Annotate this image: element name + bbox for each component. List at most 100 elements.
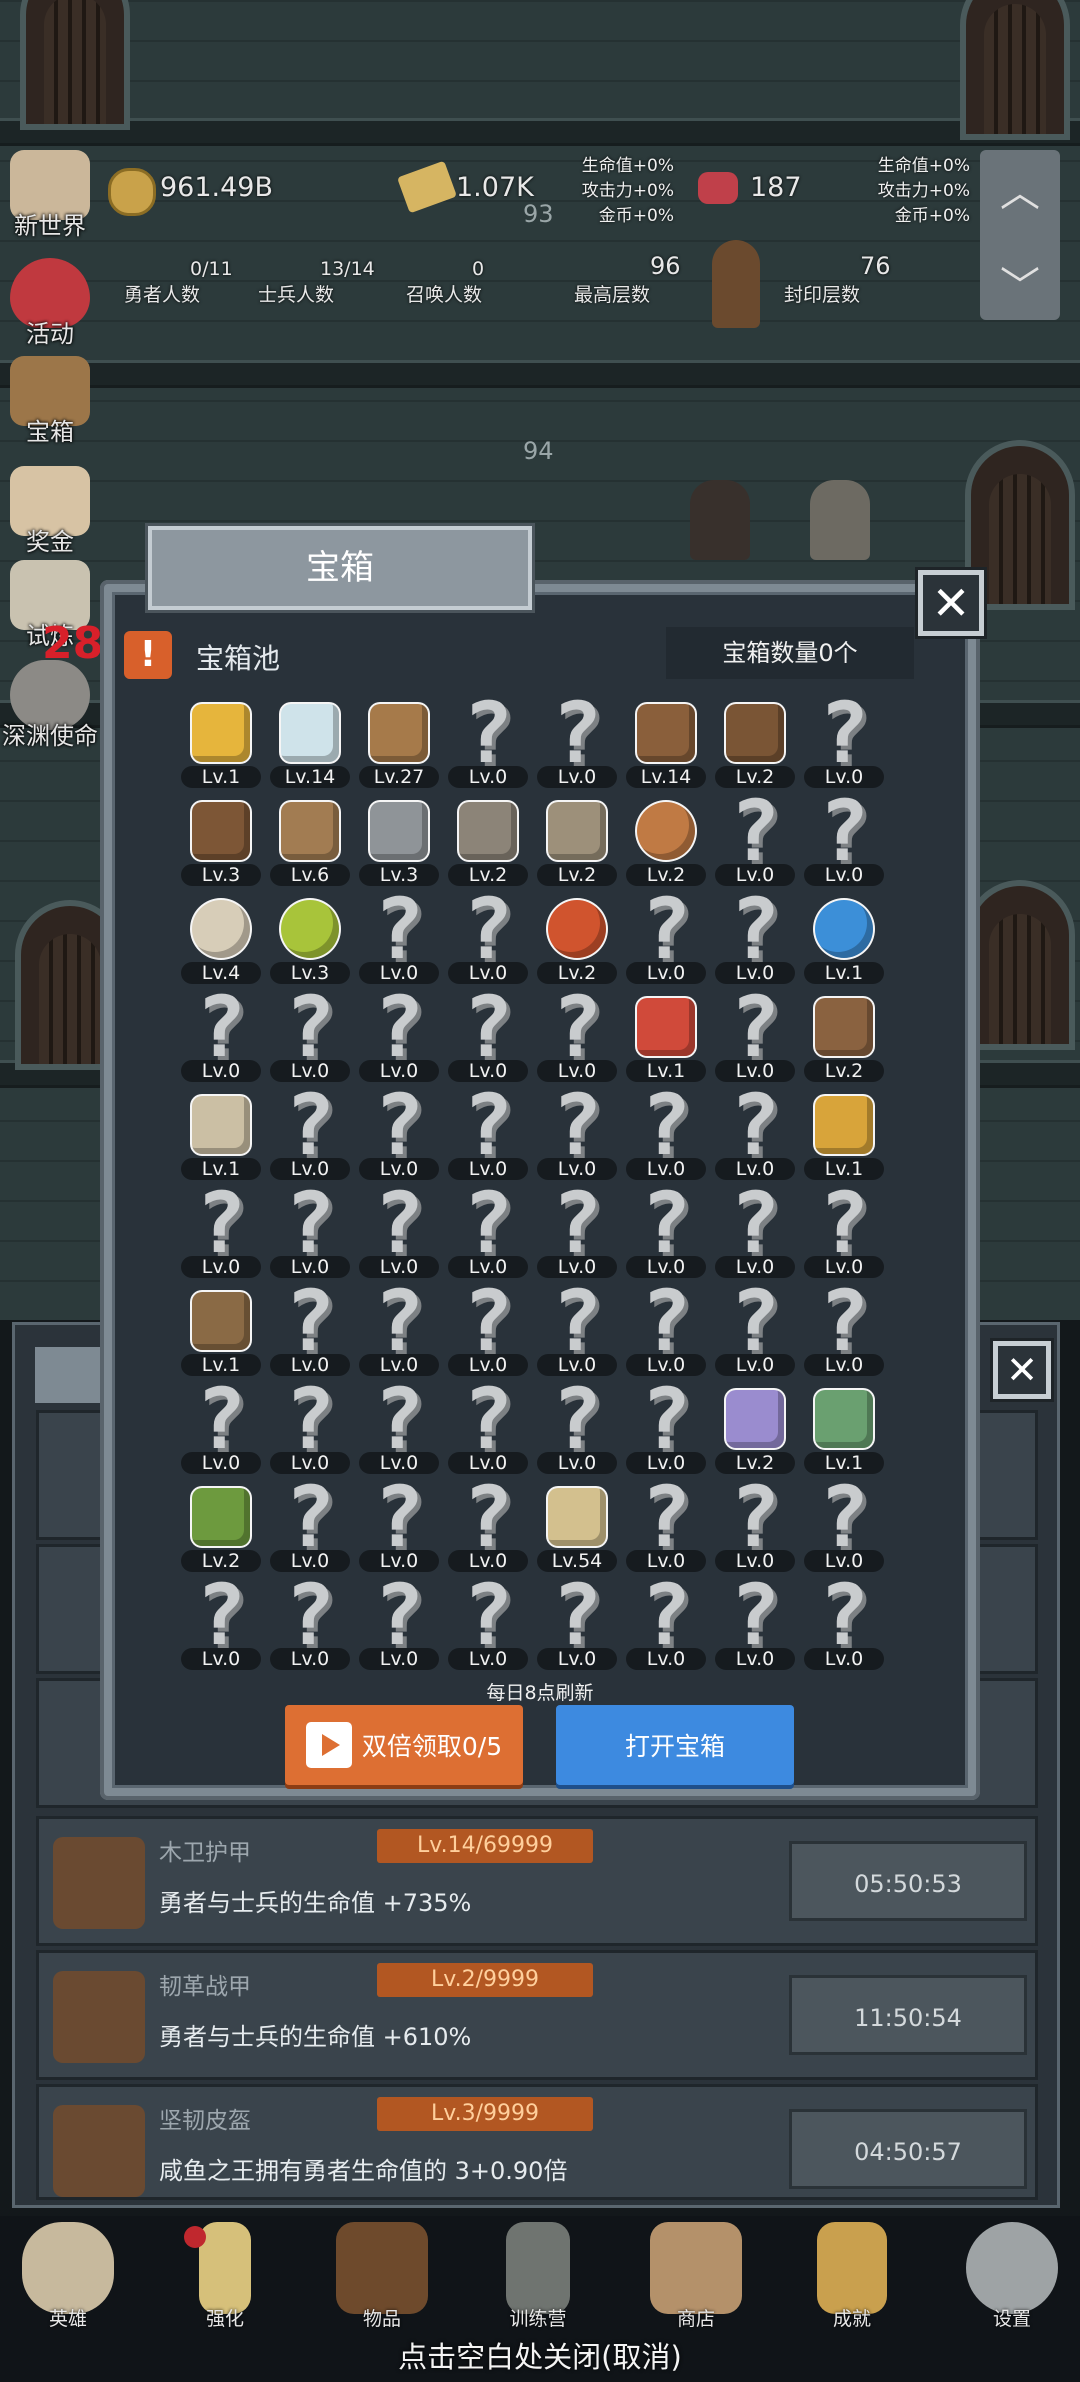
chest-pool-item[interactable]: ? Lv.0 bbox=[176, 985, 266, 1086]
chest-pool-item[interactable]: Lv.27 bbox=[354, 694, 444, 792]
chest-pool-item[interactable]: Lv.3 bbox=[176, 792, 266, 890]
chest-pool-item[interactable]: ? Lv.0 bbox=[443, 1279, 533, 1380]
chest-pool-item[interactable]: ? Lv.0 bbox=[532, 1181, 622, 1282]
chest-pool-item[interactable]: ? Lv.0 bbox=[443, 1377, 533, 1478]
chest-pool-item[interactable]: Lv.14 bbox=[265, 694, 355, 792]
chest-pool-item[interactable]: ? Lv.0 bbox=[532, 1279, 622, 1380]
chest-pool-item[interactable]: ? Lv.0 bbox=[354, 1279, 444, 1380]
chest-pool-item[interactable]: ? Lv.0 bbox=[799, 1475, 889, 1576]
chest-pool-item[interactable]: ? Lv.0 bbox=[621, 1573, 711, 1674]
chest-pool-item[interactable]: Lv.4 bbox=[176, 890, 266, 988]
side-chest[interactable]: 宝箱 bbox=[0, 356, 100, 447]
double-claim-button[interactable]: 双倍领取0/5 bbox=[285, 1705, 523, 1785]
chest-pool-item[interactable]: ? Lv.0 bbox=[799, 1573, 889, 1674]
scroll-up-icon[interactable]: ︿ bbox=[980, 160, 1060, 218]
modal-close-button[interactable]: ✕ bbox=[918, 570, 984, 636]
side-activity[interactable]: 活动 bbox=[0, 258, 100, 349]
chest-pool-item[interactable]: ? Lv.0 bbox=[176, 1377, 266, 1478]
chest-pool-item[interactable]: ? Lv.0 bbox=[354, 1083, 444, 1184]
list-close-button[interactable]: ✕ bbox=[993, 1341, 1051, 1399]
chest-pool-item[interactable]: Lv.54 bbox=[532, 1478, 622, 1576]
chest-pool-item[interactable]: Lv.6 bbox=[265, 792, 355, 890]
item-timer-button[interactable]: 11:50:54 bbox=[789, 1975, 1027, 2055]
chest-pool-item[interactable]: ? Lv.0 bbox=[799, 789, 889, 890]
side-new-world[interactable]: 新世界 bbox=[0, 150, 100, 241]
chest-pool-item[interactable]: Lv.1 bbox=[176, 1282, 266, 1380]
chest-pool-item[interactable]: ? Lv.0 bbox=[532, 691, 622, 792]
chest-pool-item[interactable]: Lv.2 bbox=[176, 1478, 266, 1576]
item-timer-button[interactable]: 05:50:53 bbox=[789, 1841, 1027, 1921]
chest-pool-item[interactable]: ? Lv.0 bbox=[354, 985, 444, 1086]
chest-pool-item[interactable]: ? Lv.0 bbox=[443, 691, 533, 792]
chest-pool-item[interactable]: ? Lv.0 bbox=[621, 1475, 711, 1576]
chest-pool-item[interactable]: ? Lv.0 bbox=[354, 1573, 444, 1674]
chest-pool-item[interactable]: Lv.2 bbox=[443, 792, 533, 890]
chest-pool-item[interactable]: ? Lv.0 bbox=[443, 1475, 533, 1576]
chest-pool-item[interactable]: ? Lv.0 bbox=[443, 1573, 533, 1674]
chest-pool-item[interactable]: ? Lv.0 bbox=[265, 1377, 355, 1478]
chest-pool-item[interactable]: ? Lv.0 bbox=[799, 691, 889, 792]
chest-pool-item[interactable]: Lv.14 bbox=[621, 694, 711, 792]
chest-pool-item[interactable]: ? Lv.0 bbox=[176, 1181, 266, 1282]
chest-pool-item[interactable]: ? Lv.0 bbox=[532, 1573, 622, 1674]
chest-pool-item[interactable]: Lv.1 bbox=[176, 1086, 266, 1184]
chest-pool-item[interactable]: ? Lv.0 bbox=[265, 1475, 355, 1576]
chest-pool-item[interactable]: ? Lv.0 bbox=[710, 1475, 800, 1576]
nav-upgrade[interactable]: 强化 bbox=[165, 2222, 285, 2331]
nav-training[interactable]: 训练营 bbox=[478, 2222, 598, 2331]
chest-pool-item[interactable]: ? Lv.0 bbox=[265, 1181, 355, 1282]
chest-pool-item[interactable]: ? Lv.0 bbox=[532, 1083, 622, 1184]
chest-pool-item[interactable]: ? Lv.0 bbox=[265, 1279, 355, 1380]
chest-pool-item[interactable]: ? Lv.0 bbox=[621, 1181, 711, 1282]
nav-items[interactable]: 物品 bbox=[322, 2222, 442, 2331]
chest-pool-item[interactable]: Lv.1 bbox=[176, 694, 266, 792]
chest-pool-item[interactable]: ? Lv.0 bbox=[532, 985, 622, 1086]
chest-pool-item[interactable]: ? Lv.0 bbox=[354, 887, 444, 988]
chest-pool-item[interactable]: ? Lv.0 bbox=[799, 1181, 889, 1282]
tap-to-close-hint[interactable]: 点击空白处关闭(取消) bbox=[0, 2334, 1080, 2376]
chest-pool-item[interactable]: ? Lv.0 bbox=[710, 789, 800, 890]
chest-pool-item[interactable]: Lv.1 bbox=[621, 988, 711, 1086]
chest-pool-item[interactable]: Lv.3 bbox=[354, 792, 444, 890]
chest-pool-item[interactable]: ? Lv.0 bbox=[710, 1181, 800, 1282]
side-abyss[interactable]: 深渊使命 bbox=[0, 660, 100, 751]
chest-pool-item[interactable]: ? Lv.0 bbox=[621, 1377, 711, 1478]
chest-pool-item[interactable]: ? Lv.0 bbox=[354, 1181, 444, 1282]
chest-pool-item[interactable]: ? Lv.0 bbox=[354, 1377, 444, 1478]
chest-pool-item[interactable]: ? Lv.0 bbox=[354, 1475, 444, 1576]
side-bonus[interactable]: 奖金 bbox=[0, 466, 100, 557]
list-item[interactable]: 木卫护甲 Lv.14/69999 勇者与士兵的生命值 +735% 05:50:5… bbox=[36, 1816, 1038, 1946]
nav-shop[interactable]: 商店 bbox=[636, 2222, 756, 2331]
chest-pool-item[interactable]: ? Lv.0 bbox=[799, 1279, 889, 1380]
chest-pool-item[interactable]: Lv.3 bbox=[265, 890, 355, 988]
chest-pool-item[interactable]: ? Lv.0 bbox=[443, 887, 533, 988]
chest-pool-item[interactable]: Lv.1 bbox=[799, 1086, 889, 1184]
chest-pool-item[interactable]: ? Lv.0 bbox=[710, 887, 800, 988]
nav-settings[interactable]: 设置 bbox=[952, 2222, 1072, 2331]
open-chest-button[interactable]: 打开宝箱 bbox=[556, 1705, 794, 1785]
chest-pool-item[interactable]: Lv.2 bbox=[799, 988, 889, 1086]
nav-hero[interactable]: 英雄 bbox=[8, 2222, 128, 2331]
chest-pool-item[interactable]: ? Lv.0 bbox=[532, 1377, 622, 1478]
chest-pool-item[interactable]: ? Lv.0 bbox=[621, 1279, 711, 1380]
chest-pool-item[interactable]: ? Lv.0 bbox=[265, 1083, 355, 1184]
chest-pool-item[interactable]: ? Lv.0 bbox=[710, 985, 800, 1086]
chest-pool-item[interactable]: Lv.1 bbox=[799, 890, 889, 988]
chest-pool-item[interactable]: ? Lv.0 bbox=[621, 887, 711, 988]
chest-pool-item[interactable]: Lv.2 bbox=[710, 1380, 800, 1478]
chest-pool-item[interactable]: ? Lv.0 bbox=[710, 1573, 800, 1674]
chest-pool-item[interactable]: Lv.2 bbox=[621, 792, 711, 890]
scroll-down-icon[interactable]: ﹀ bbox=[980, 254, 1060, 312]
chest-pool-item[interactable]: Lv.1 bbox=[799, 1380, 889, 1478]
chest-pool-item[interactable]: Lv.2 bbox=[710, 694, 800, 792]
list-item[interactable]: 韧革战甲 Lv.2/9999 勇者与士兵的生命值 +610% 11:50:54 bbox=[36, 1950, 1038, 2080]
chest-pool-item[interactable]: ? Lv.0 bbox=[265, 1573, 355, 1674]
nav-achievement[interactable]: 成就 bbox=[792, 2222, 912, 2331]
chest-pool-item[interactable]: ? Lv.0 bbox=[621, 1083, 711, 1184]
chest-pool-item[interactable]: ? Lv.0 bbox=[710, 1083, 800, 1184]
list-item[interactable]: 坚韧皮盔 Lv.3/9999 咸鱼之王拥有勇者生命值的 3+0.90倍 04:5… bbox=[36, 2084, 1038, 2200]
chest-pool-item[interactable]: Lv.2 bbox=[532, 890, 622, 988]
chest-pool-item[interactable]: ? Lv.0 bbox=[710, 1279, 800, 1380]
item-timer-button[interactable]: 04:50:57 bbox=[789, 2109, 1027, 2189]
chest-pool-item[interactable]: ? Lv.0 bbox=[176, 1573, 266, 1674]
